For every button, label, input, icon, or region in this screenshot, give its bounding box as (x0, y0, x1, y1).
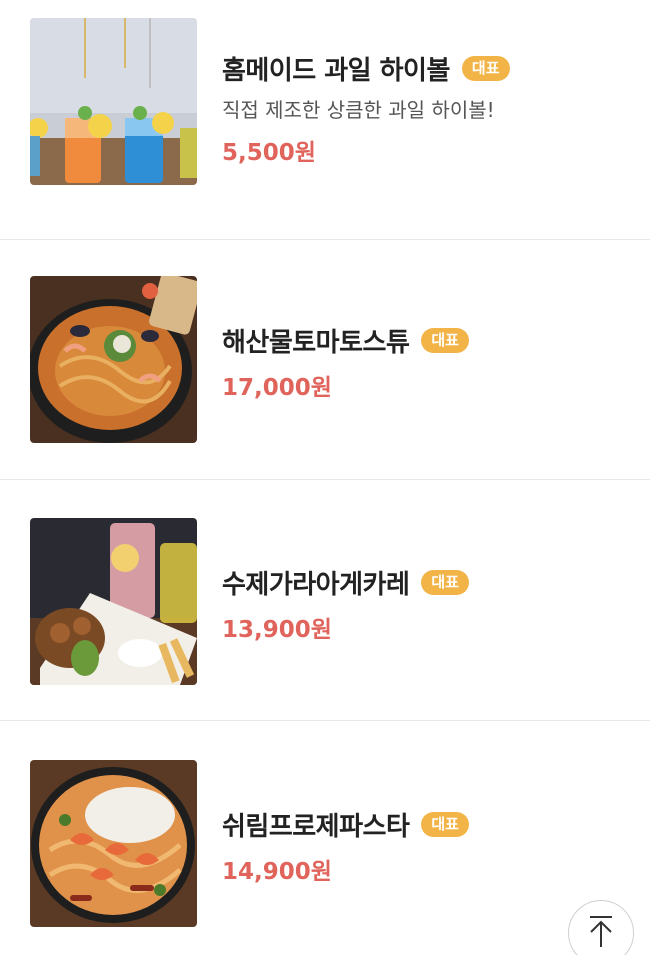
menu-item[interactable]: 홈메이드 과일 하이볼 대표 직접 제조한 상큼한 과일 하이볼! 5,500원 (0, 0, 650, 240)
menu-item-info: 수제가라아게카레 대표 13,900원 (222, 564, 630, 644)
menu-item-name: 쉬림프로제파스타 (222, 811, 410, 842)
menu-list: 홈메이드 과일 하이볼 대표 직접 제조한 상큼한 과일 하이볼! 5,500원 (0, 0, 650, 955)
menu-item-price: 5,500원 (222, 140, 316, 166)
menu-item[interactable]: 해산물토마토스튜 대표 17,000원 (0, 240, 650, 480)
menu-item-price: 14,900원 (222, 859, 332, 885)
menu-item-price: 17,000원 (222, 375, 332, 401)
arrow-up-to-top-icon (590, 916, 612, 947)
signature-badge: 대표 (421, 569, 469, 595)
menu-item[interactable]: 수제가라아게카레 대표 13,900원 (0, 481, 650, 721)
menu-item-description: 직접 제조한 상큼한 과일 하이볼! (222, 98, 495, 122)
menu-item-info: 해산물토마토스튜 대표 17,000원 (222, 322, 630, 402)
menu-item[interactable]: 쉬림프로제파스타 대표 14,900원 (0, 722, 650, 955)
menu-item-photo-shrimp-rose-pasta (30, 760, 197, 927)
signature-badge: 대표 (461, 55, 510, 81)
menu-item-photo-karaage-curry (30, 518, 197, 685)
signature-badge: 대표 (421, 811, 469, 837)
menu-item-info: 홈메이드 과일 하이볼 대표 직접 제조한 상큼한 과일 하이볼! 5,500원 (222, 50, 630, 167)
menu-item-name: 홈메이드 과일 하이볼 (222, 55, 450, 86)
menu-item-price: 13,900원 (222, 617, 332, 643)
menu-item-name: 수제가라아게카레 (222, 569, 410, 600)
menu-item-info: 쉬림프로제파스타 대표 14,900원 (222, 806, 630, 886)
menu-item-photo-highball (30, 18, 197, 185)
signature-badge: 대표 (421, 327, 469, 353)
menu-item-name: 해산물토마토스튜 (222, 327, 410, 358)
menu-item-photo-seafood-stew (30, 276, 197, 443)
